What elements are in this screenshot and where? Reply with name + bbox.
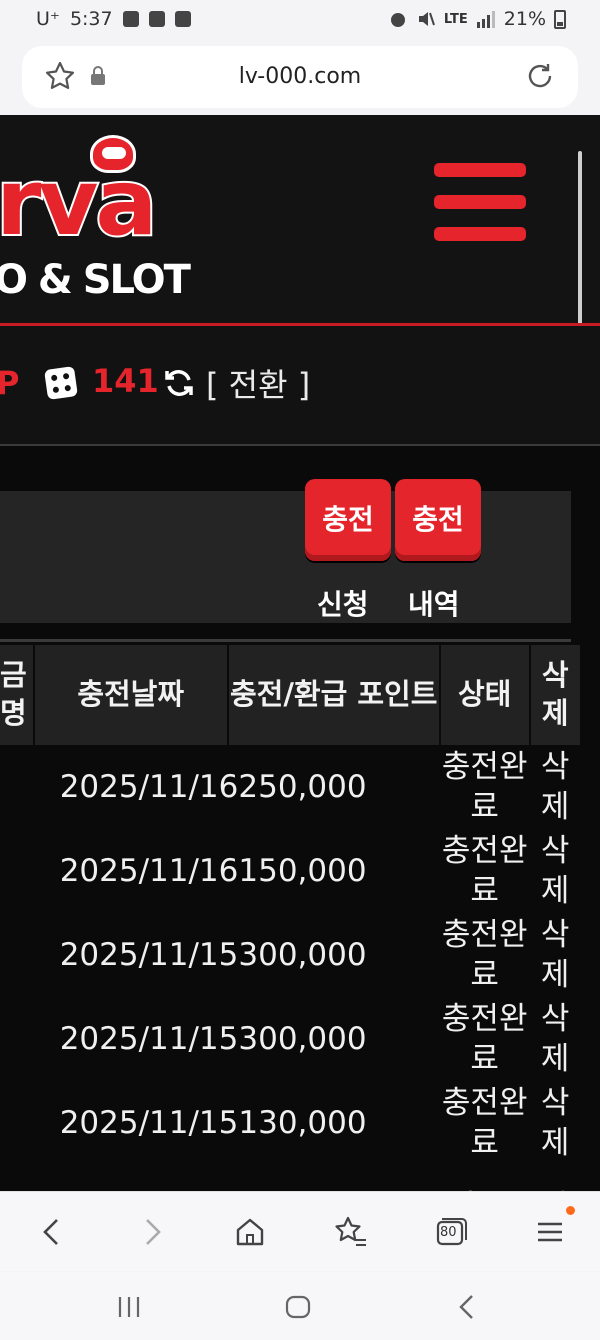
table-row: 2025/11/15300,000 충전완료 삭제 bbox=[0, 997, 581, 1081]
charge-history-table: 금명 충전날짜 충전/환급 포인트 상태 삭제 2025/11/16250,00… bbox=[0, 645, 582, 1191]
reload-icon[interactable] bbox=[524, 60, 556, 92]
header-delete: 삭제 bbox=[529, 645, 582, 745]
header-date: 충전날짜 bbox=[33, 645, 229, 745]
charge-panel bbox=[0, 491, 571, 623]
forward-icon[interactable] bbox=[132, 1212, 172, 1252]
row-status: 충전 bbox=[440, 1165, 530, 1191]
row-delete-link[interactable]: 삭제 bbox=[541, 1001, 570, 1077]
row-amount: 130,000 bbox=[238, 1104, 367, 1141]
table-row: 2025/11/15130,000 충전완료 삭제 bbox=[0, 1081, 581, 1165]
signal-icon bbox=[476, 11, 495, 28]
carrier-label: U⁺ bbox=[36, 8, 60, 30]
system-navigation bbox=[0, 1272, 600, 1340]
row-amount: 250,000 bbox=[238, 768, 367, 805]
time-label: 5:37 bbox=[69, 8, 113, 30]
charge-apply-caption[interactable]: 신청 bbox=[317, 583, 369, 623]
row-status: 충전완료 bbox=[441, 1000, 528, 1077]
system-home-icon[interactable] bbox=[283, 1292, 313, 1322]
row-status: 충전완료 bbox=[441, 1084, 528, 1161]
row-amount: 300,000 bbox=[238, 936, 367, 973]
url-text[interactable]: lv-000.com bbox=[22, 64, 578, 89]
url-bar[interactable]: lv-000.com bbox=[22, 46, 578, 108]
dice-icon bbox=[44, 366, 78, 400]
tabs-icon[interactable]: 80 bbox=[430, 1212, 470, 1252]
row-delete-link[interactable]: 삭제 bbox=[541, 917, 570, 993]
battery-label: 21% bbox=[503, 8, 546, 30]
site-logo[interactable]: rva bbox=[0, 155, 159, 251]
gallery-icon bbox=[122, 11, 139, 27]
point-label: P bbox=[0, 364, 20, 402]
row-status: 충전완료 bbox=[441, 916, 528, 993]
row-date: 2025/11/16 bbox=[59, 768, 239, 805]
check-icon bbox=[174, 11, 191, 27]
charge-apply-button[interactable]: 충전 bbox=[305, 479, 391, 561]
row-amount: 150,000 bbox=[238, 852, 367, 889]
tabs-count: 80 bbox=[440, 1225, 457, 1240]
home-icon[interactable] bbox=[230, 1212, 270, 1252]
user-info-bar: P 141 [ 전환 ] bbox=[0, 326, 600, 446]
table-row: 충전삭 bbox=[0, 1165, 581, 1191]
notification-dot bbox=[566, 1206, 575, 1215]
panel-divider bbox=[0, 639, 571, 642]
system-back-icon[interactable] bbox=[452, 1292, 482, 1322]
row-delete-link[interactable]: 삭제 bbox=[541, 1085, 570, 1161]
charge-history-button[interactable]: 충전 bbox=[395, 479, 481, 561]
row-status: 충전완료 bbox=[441, 748, 528, 825]
battery-icon bbox=[554, 9, 566, 29]
hamburger-menu-icon[interactable] bbox=[434, 163, 526, 243]
site-logo-sub: O & SLOT bbox=[0, 256, 192, 304]
alarm-icon bbox=[390, 13, 405, 27]
scrollbar[interactable] bbox=[578, 151, 582, 343]
dice-count: 141 bbox=[92, 362, 159, 400]
network-label: LTE bbox=[443, 11, 468, 27]
table-row: 2025/11/16150,000 충전완료 삭제 bbox=[0, 829, 581, 913]
back-icon[interactable] bbox=[32, 1212, 72, 1252]
table-row: 2025/11/16250,000 충전완료 삭제 bbox=[0, 745, 581, 829]
refresh-icon[interactable] bbox=[162, 366, 196, 400]
table-header-row: 금명 충전날짜 충전/환급 포인트 상태 삭제 bbox=[0, 645, 582, 745]
menu-icon[interactable] bbox=[530, 1212, 570, 1252]
charge-history-caption[interactable]: 내역 bbox=[408, 583, 460, 623]
row-status: 충전완료 bbox=[441, 832, 528, 909]
switch-link[interactable]: [ 전환 ] bbox=[206, 360, 310, 406]
table-row: 2025/11/15300,000 충전완료 삭제 bbox=[0, 913, 581, 997]
header-cut-off: 금명 bbox=[0, 645, 35, 745]
b-app-icon bbox=[148, 11, 165, 27]
web-page: rva O & SLOT P 141 [ 전환 ] 충전 충전 신청 내역 금명… bbox=[0, 115, 600, 1191]
row-date: 2025/11/15 bbox=[59, 936, 239, 973]
header-amount: 충전/환급 포인트 bbox=[227, 645, 441, 745]
status-bar: U⁺ 5:37 LTE 21% bbox=[0, 0, 600, 40]
row-delete-link[interactable]: 삭제 bbox=[541, 833, 570, 909]
row-delete-link[interactable]: 삭제 bbox=[541, 749, 570, 825]
mute-icon bbox=[418, 12, 435, 26]
row-date: 2025/11/16 bbox=[59, 852, 239, 889]
browser-toolbar: 80 bbox=[0, 1191, 600, 1271]
header-status: 상태 bbox=[439, 645, 531, 745]
bookmarks-icon[interactable] bbox=[330, 1212, 370, 1252]
recent-apps-icon[interactable] bbox=[114, 1292, 144, 1322]
row-date: 2025/11/15 bbox=[59, 1020, 239, 1057]
row-amount: 300,000 bbox=[238, 1020, 367, 1057]
row-date: 2025/11/15 bbox=[59, 1104, 239, 1141]
site-header: rva O & SLOT bbox=[0, 115, 600, 343]
